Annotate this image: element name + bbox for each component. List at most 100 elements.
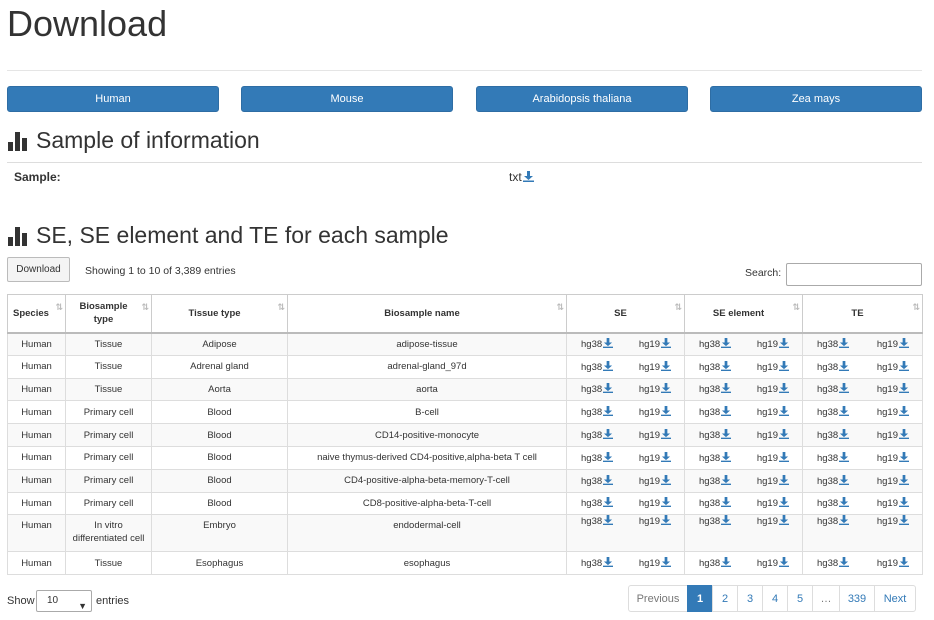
te-hg19-download-link[interactable]: hg19 [877,338,909,350]
se-hg38-download-link[interactable]: hg38 [581,451,614,464]
te-hg19-download-link[interactable]: hg19 [877,474,909,487]
te-hg19-download-link[interactable]: hg19 [877,497,909,509]
se-element-hg38-download-link[interactable]: hg38 [699,474,732,487]
se-hg19-download-link[interactable]: hg19 [639,451,671,464]
se-hg19-download-link[interactable]: hg19 [639,406,671,418]
download-icon [779,451,789,462]
download-button[interactable]: Download [7,257,70,282]
link-label: hg19 [756,498,778,510]
column-header-te[interactable]: TE ⇅ [802,294,923,334]
species-button-arabidopsis[interactable]: Arabidopsis thaliana [476,86,688,112]
te-hg38-download-link[interactable]: hg38 [817,474,850,487]
se-hg38-download-link[interactable]: hg38 [581,474,614,487]
se-element-hg38-download-link[interactable]: hg38 [699,360,732,373]
pagination-page-3[interactable]: 3 [737,585,763,612]
te-hg38-download-link[interactable]: hg38 [817,429,850,441]
link-label: hg38 [581,407,603,419]
tissue-type-cell: Adipose [151,332,288,356]
pagination-page-2[interactable]: 2 [712,585,738,612]
se-element-hg19-download-link[interactable]: hg19 [757,497,789,509]
column-header-biosample-type[interactable]: Biosample type ⇅ [65,294,152,334]
te-hg38-download-link[interactable]: hg38 [817,451,850,464]
se-hg38-download-link[interactable]: hg38 [581,515,614,528]
se-hg38-download-link[interactable]: hg38 [581,497,614,509]
se-hg38-download-link[interactable]: hg38 [581,406,614,419]
se-hg38-download-link[interactable]: hg38 [581,360,614,373]
se-element-cell: hg38 hg19 [684,423,803,447]
se-element-hg19-download-link[interactable]: hg19 [757,451,789,464]
te-hg38-download-link[interactable]: hg38 [817,557,850,569]
pagination-page-1[interactable]: 1 [687,585,713,612]
se-element-hg19-download-link[interactable]: hg19 [757,429,789,441]
te-hg19-download-link[interactable]: hg19 [877,557,909,569]
se-element-hg38-download-link[interactable]: hg38 [699,406,732,418]
se-element-hg38-download-link[interactable]: hg38 [699,497,732,509]
se-element-hg38-download-link[interactable]: hg38 [699,338,732,350]
se-hg38-download-link[interactable]: hg38 [581,557,614,569]
biosample-type-cell: Primary cell [65,445,152,470]
se-hg38-download-link[interactable]: hg38 [581,383,614,396]
pagination-page-last[interactable]: 339 [839,585,875,612]
te-hg19-download-link[interactable]: hg19 [877,451,909,464]
se-hg19-download-link[interactable]: hg19 [639,360,671,373]
se-element-cell: hg38 hg19 [684,468,803,493]
te-hg38-download-link[interactable]: hg38 [817,360,850,373]
pagination-previous[interactable]: Previous [628,585,688,612]
column-header-se[interactable]: SE ⇅ [566,294,685,334]
column-header-tissue-type[interactable]: Tissue type ⇅ [151,294,288,334]
se-element-hg19-download-link[interactable]: hg19 [757,338,789,350]
tissue-type-cell: Adrenal gland [151,354,288,379]
species-button-mouse[interactable]: Mouse [241,86,453,112]
se-hg38-download-link[interactable]: hg38 [581,429,614,441]
link-label: hg38 [581,384,603,396]
tissue-type-cell: Aorta [151,377,288,402]
tissue-type-cell: Esophagus [151,551,288,576]
te-hg19-download-link[interactable]: hg19 [877,515,909,528]
te-hg19-download-link[interactable]: hg19 [877,360,909,373]
te-hg38-download-link[interactable]: hg38 [817,497,850,509]
te-hg38-download-link[interactable]: hg38 [817,383,850,395]
pagination-next[interactable]: Next [874,585,916,612]
te-hg38-download-link[interactable]: hg38 [817,406,850,418]
se-element-hg19-download-link[interactable]: hg19 [757,406,789,418]
pagination-page-5[interactable]: 5 [787,585,813,612]
se-hg19-download-link[interactable]: hg19 [639,557,671,569]
te-hg38-download-link[interactable]: hg38 [817,515,850,528]
te-cell: hg38 hg19 [802,551,923,576]
search-input[interactable] [786,263,922,286]
pagination-page-4[interactable]: 4 [762,585,788,612]
show-label: Show [7,595,35,607]
download-icon [721,383,732,394]
species-cell: Human [7,491,66,516]
se-hg19-download-link[interactable]: hg19 [639,429,671,441]
download-icon [603,360,614,371]
page-size-select[interactable]: 10 ▼ [36,590,92,612]
column-header-biosample-name[interactable]: Biosample name ⇅ [287,294,567,334]
species-button-zea-mays[interactable]: Zea mays [710,86,922,112]
se-hg19-download-link[interactable]: hg19 [639,383,671,395]
se-element-hg38-download-link[interactable]: hg38 [699,515,732,528]
se-hg19-download-link[interactable]: hg19 [639,338,671,350]
column-header-species[interactable]: Species ⇅ [7,294,66,334]
se-hg19-download-link[interactable]: hg19 [639,497,671,509]
column-header-se-element[interactable]: SE element ⇅ [684,294,803,334]
se-element-hg38-download-link[interactable]: hg38 [699,451,732,464]
te-hg19-download-link[interactable]: hg19 [877,383,909,395]
te-hg19-download-link[interactable]: hg19 [877,429,909,441]
se-element-hg19-download-link[interactable]: hg19 [757,557,789,569]
sample-txt-download-link[interactable]: txt [509,170,534,184]
se-element-hg19-download-link[interactable]: hg19 [757,474,789,487]
link-label: hg19 [756,339,778,351]
se-element-hg19-download-link[interactable]: hg19 [757,360,789,373]
se-element-hg38-download-link[interactable]: hg38 [699,429,732,441]
se-hg19-download-link[interactable]: hg19 [639,515,671,528]
species-button-human[interactable]: Human [7,86,219,112]
se-hg38-download-link[interactable]: hg38 [581,338,614,350]
se-element-hg19-download-link[interactable]: hg19 [757,515,789,528]
se-element-hg38-download-link[interactable]: hg38 [699,383,732,395]
te-hg19-download-link[interactable]: hg19 [877,406,909,418]
te-hg38-download-link[interactable]: hg38 [817,338,850,350]
se-element-hg19-download-link[interactable]: hg19 [757,383,789,395]
se-hg19-download-link[interactable]: hg19 [639,474,671,487]
se-element-hg38-download-link[interactable]: hg38 [699,557,732,569]
